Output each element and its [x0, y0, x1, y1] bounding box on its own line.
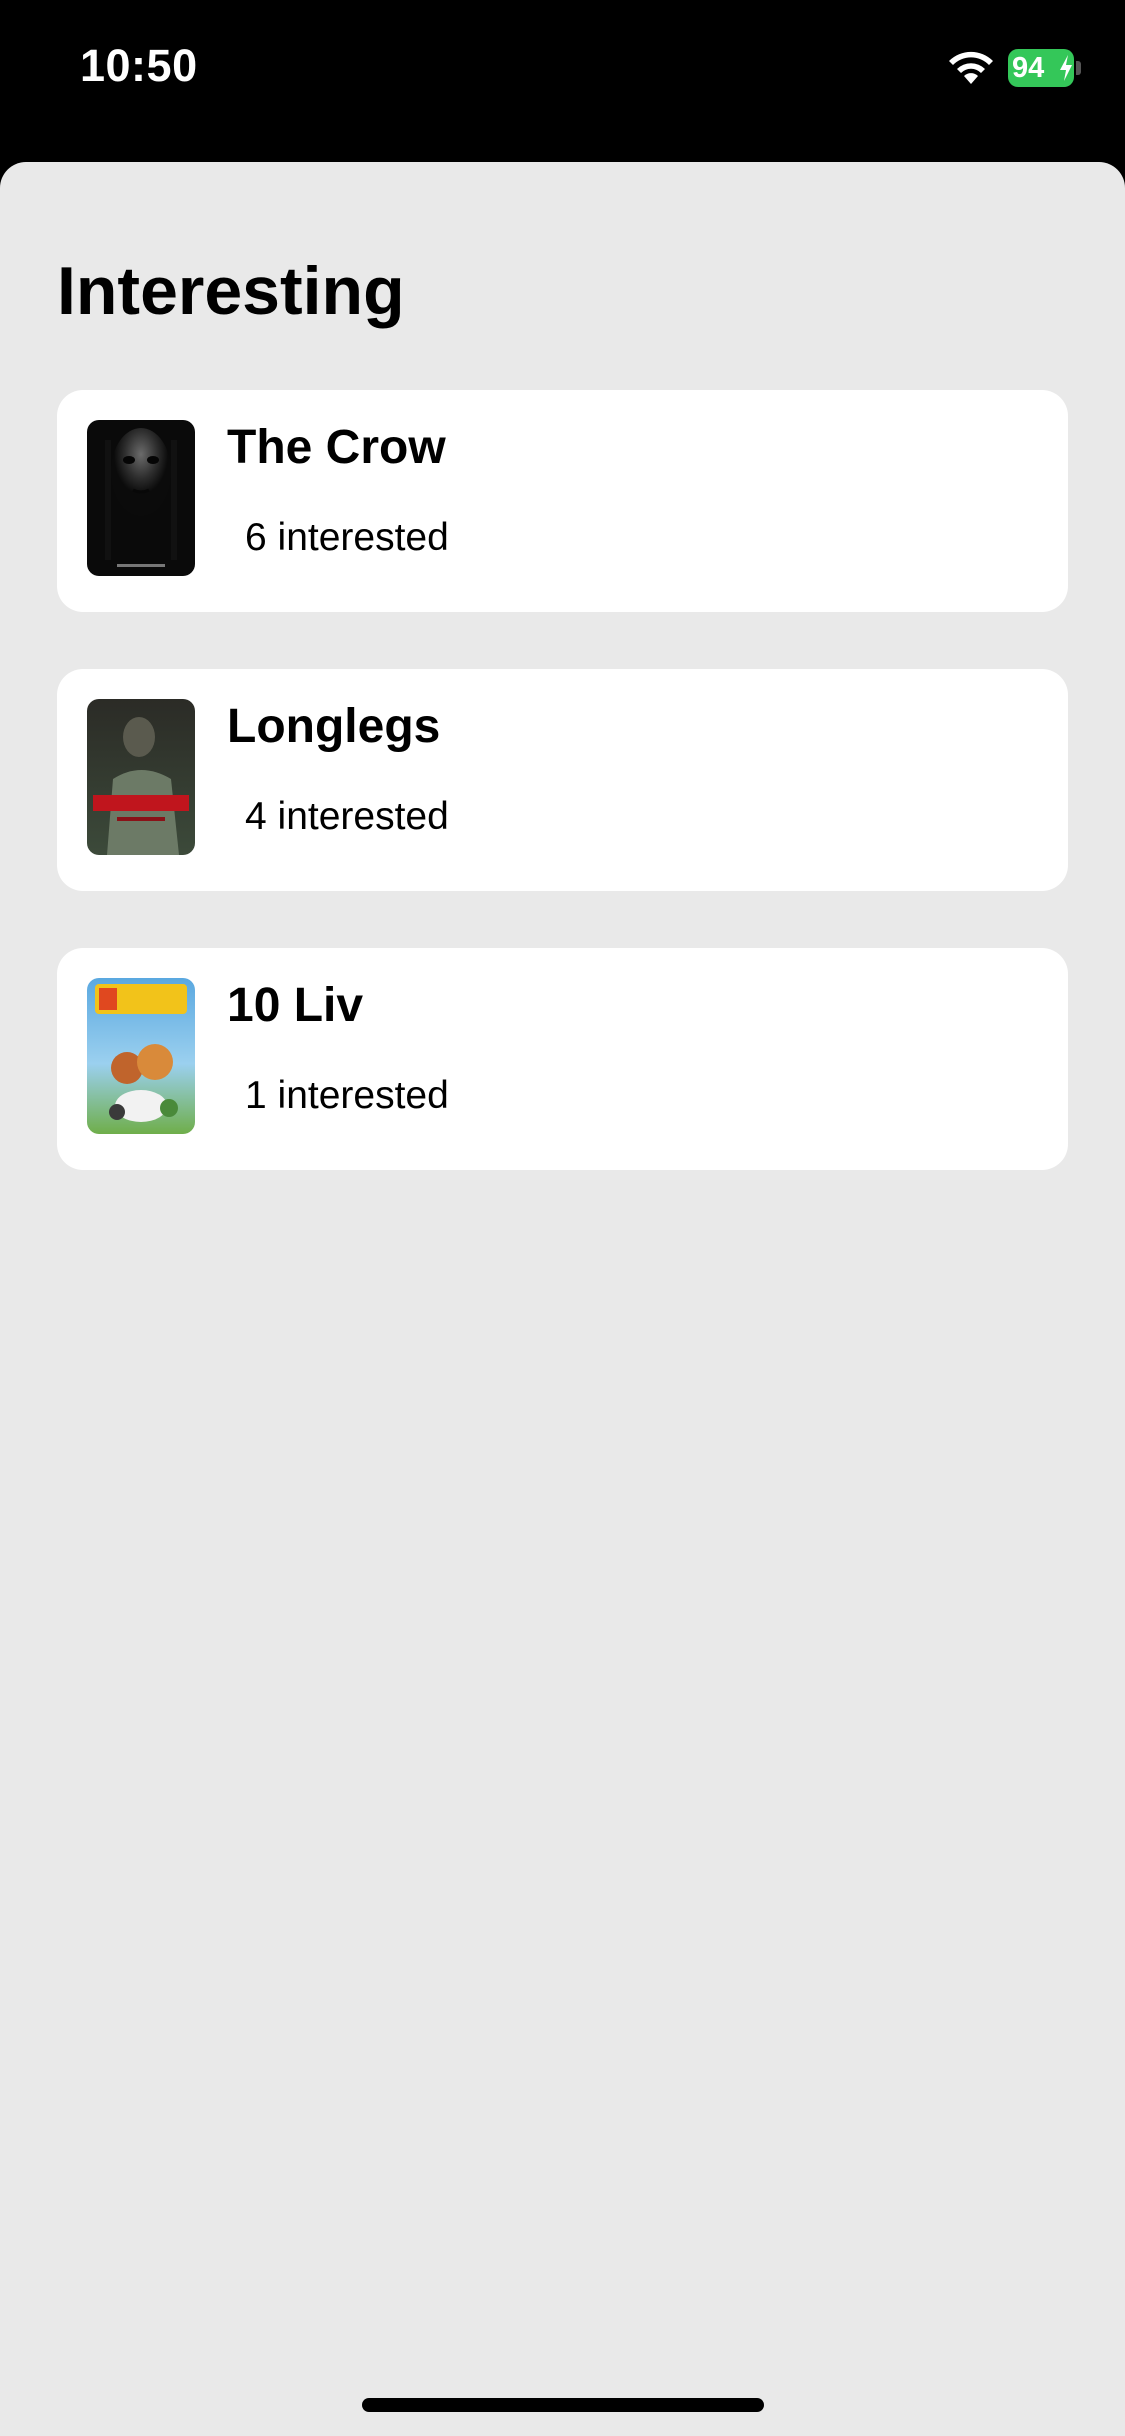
interested-count: 4 interested: [245, 795, 449, 838]
movie-title: The Crow: [227, 421, 446, 474]
interesting-sheet: Interesting The Crow 6 interested Longle…: [0, 162, 1125, 2436]
page-title: Interesting: [57, 253, 405, 329]
home-indicator[interactable]: [362, 2398, 764, 2412]
poster-the-crow: [87, 420, 195, 576]
status-time: 10:50: [80, 40, 198, 91]
bolt-icon: [1060, 55, 1072, 81]
movie-card-longlegs[interactable]: Longlegs 4 interested: [57, 669, 1068, 891]
movie-title: Longlegs: [227, 700, 441, 753]
interested-count: 6 interested: [245, 516, 449, 559]
movie-card-the-crow[interactable]: The Crow 6 interested: [57, 390, 1068, 612]
status-bar: 10:50 94: [0, 0, 1125, 162]
movie-card-10-liv[interactable]: 10 Liv 1 interested: [57, 948, 1068, 1170]
poster-longlegs: [87, 699, 195, 855]
interested-count: 1 interested: [245, 1074, 449, 1117]
battery-icon: 94: [1008, 49, 1082, 87]
poster-10-liv: [87, 978, 195, 1134]
movie-title: 10 Liv: [227, 979, 364, 1032]
battery-cap: [1076, 61, 1081, 75]
wifi-icon: [949, 51, 993, 84]
